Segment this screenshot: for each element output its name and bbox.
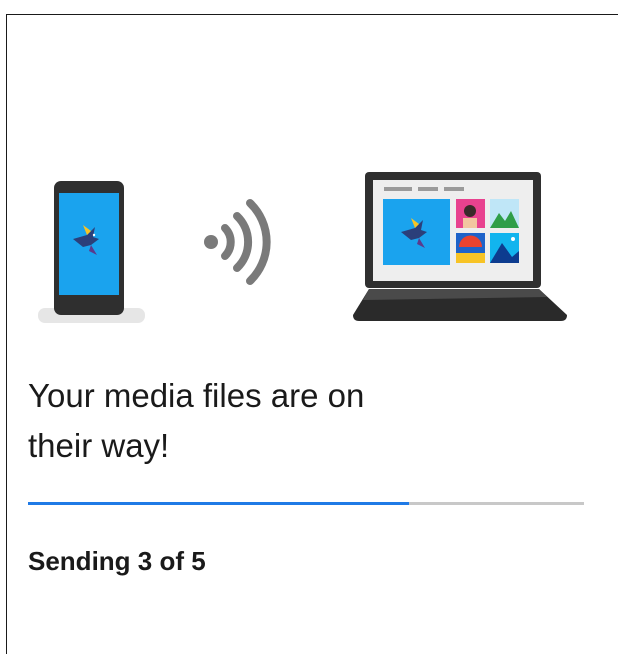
wireless-signal-icon [204,199,271,285]
smartphone-icon [38,181,145,323]
transfer-illustration [38,172,567,323]
status-text: Sending 3 of 5 [28,546,206,576]
laptop-icon [353,172,567,321]
progress-fill [28,502,409,505]
headline-line-1: Your media files are on [28,377,365,414]
headline-line-2: their way! [28,427,170,464]
progress-bar [28,502,584,505]
headline: Your media files are on their way! [28,371,588,471]
dialog-frame: Your media files are on their way! Sendi… [6,14,618,654]
